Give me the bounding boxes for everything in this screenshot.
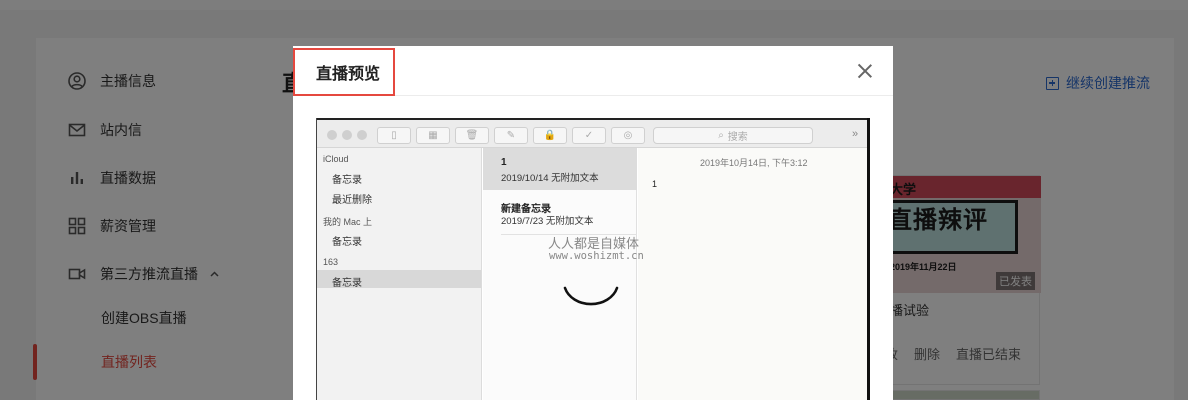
folder-item[interactable]: 备忘录	[332, 274, 362, 289]
trash-icon[interactable]: 🗑	[455, 127, 489, 144]
compose-icon[interactable]: ✎	[494, 127, 528, 144]
folder-item[interactable]: 最近删除	[332, 191, 372, 206]
folder-group-mac: 我的 Mac 上	[323, 217, 373, 227]
loading-spinner-icon	[563, 286, 619, 306]
note-subtitle: 2019/10/14 无附加文本	[501, 173, 599, 184]
modal-header: 直播预览	[293, 46, 893, 96]
note-subtitle: 2019/7/23 无附加文本	[501, 216, 594, 227]
folder-item[interactable]: 备忘录	[332, 171, 362, 186]
notes-folders: iCloud 备忘录 最近删除 我的 Mac 上 备忘录 163 备忘录	[317, 148, 482, 400]
more-chevron-icon[interactable]: »	[852, 128, 858, 140]
window-close-dot-icon[interactable]	[327, 130, 337, 140]
notes-search-input[interactable]: ⌕ 搜索	[653, 127, 813, 144]
sidebar-toggle-icon[interactable]: ▯	[377, 127, 411, 144]
watermark-url: www.woshizmt.cn	[549, 250, 644, 262]
lock-icon[interactable]: 🔒	[533, 127, 567, 144]
live-preview-frame: ▯ ▦ 🗑 ✎ 🔒 ✓ ◎ ⌕ 搜索 » iCloud 备忘录 最近删除 我的 …	[316, 118, 870, 400]
note-body[interactable]: 1	[652, 179, 657, 189]
share-icon[interactable]: ◎	[611, 127, 645, 144]
note-date: 2019年10月14日, 下午3:12	[700, 158, 808, 168]
notes-list: 1 2019/10/14 无附加文本 新建备忘录 2019/7/23 无附加文本	[483, 148, 637, 400]
window-minimize-dot-icon[interactable]	[342, 130, 352, 140]
window-zoom-dot-icon[interactable]	[357, 130, 367, 140]
close-icon[interactable]	[858, 64, 872, 78]
note-editor[interactable]: 2019年10月14日, 下午3:12 1	[638, 148, 867, 400]
notes-search-placeholder: 搜索	[727, 132, 748, 143]
folder-group-163: 163	[323, 257, 339, 267]
note-title[interactable]: 1	[501, 157, 507, 168]
checklist-icon[interactable]: ✓	[572, 127, 606, 144]
modal-title: 直播预览	[316, 66, 381, 83]
gallery-view-icon[interactable]: ▦	[416, 127, 450, 144]
folder-item[interactable]: 备忘录	[332, 233, 362, 248]
folder-group-icloud: iCloud	[323, 154, 349, 164]
search-icon: ⌕	[718, 130, 724, 141]
notes-toolbar: ▯ ▦ 🗑 ✎ 🔒 ✓ ◎ ⌕ 搜索 »	[317, 118, 867, 148]
